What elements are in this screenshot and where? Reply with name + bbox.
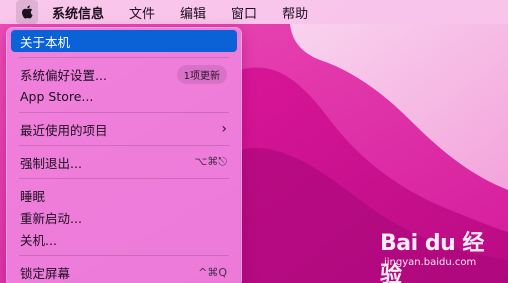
menu-bar: 系统信息 文件 编辑 窗口 帮助 bbox=[0, 0, 508, 24]
menu-separator bbox=[19, 178, 229, 179]
update-badge: 1项更新 bbox=[176, 64, 227, 84]
apple-logo-icon bbox=[22, 5, 33, 19]
menu-separator bbox=[19, 255, 229, 256]
menu-item-lock-screen[interactable]: 锁定屏幕 ^⌘Q bbox=[11, 261, 237, 283]
watermark-url: jingyan.baidu.com bbox=[384, 257, 477, 268]
menu-window[interactable]: 窗口 bbox=[231, 3, 257, 22]
menu-file[interactable]: 文件 bbox=[129, 3, 155, 22]
menu-item-app-store-label: App Store... bbox=[20, 88, 94, 104]
menu-item-shutdown-label: 关机... bbox=[20, 232, 57, 248]
menu-item-recent-items-label: 最近使用的项目 bbox=[20, 122, 108, 138]
chevron-right-icon: › bbox=[221, 121, 227, 137]
baidu-jingyan-watermark: Bai du 经验 jingyan.baidu.com bbox=[380, 225, 500, 283]
menu-item-sleep[interactable]: 睡眠 bbox=[11, 184, 237, 206]
menu-separator bbox=[19, 145, 229, 146]
menu-item-system-preferences-label: 系统偏好设置... bbox=[20, 67, 107, 83]
app-name-menu[interactable]: 系统信息 bbox=[52, 3, 104, 22]
menu-help[interactable]: 帮助 bbox=[282, 3, 308, 22]
menu-item-restart[interactable]: 重新启动... bbox=[11, 206, 237, 228]
apple-menu-button[interactable] bbox=[16, 0, 38, 24]
lock-screen-shortcut: ^⌘Q bbox=[198, 265, 227, 279]
menu-separator bbox=[19, 57, 229, 58]
menu-item-lock-screen-label: 锁定屏幕 bbox=[20, 265, 71, 281]
apple-menu-dropdown: 关于本机 系统偏好设置... 1项更新 App Store... 最近使用的项目… bbox=[6, 27, 242, 283]
menu-separator bbox=[19, 112, 229, 113]
menu-item-force-quit[interactable]: 强制退出... ⌥⌘⎋ bbox=[11, 151, 237, 173]
menu-edit[interactable]: 编辑 bbox=[180, 3, 206, 22]
menu-item-restart-label: 重新启动... bbox=[20, 210, 82, 226]
menu-item-about-label: 关于本机 bbox=[20, 34, 71, 50]
menu-item-app-store[interactable]: App Store... bbox=[11, 85, 237, 107]
menu-item-system-preferences[interactable]: 系统偏好设置... 1项更新 bbox=[11, 63, 237, 85]
menu-item-force-quit-label: 强制退出... bbox=[20, 155, 82, 171]
menu-item-shutdown[interactable]: 关机... bbox=[11, 228, 237, 250]
menu-item-sleep-label: 睡眠 bbox=[20, 188, 46, 204]
watermark-logo: Bai du 经验 bbox=[380, 231, 484, 283]
force-quit-shortcut: ⌥⌘⎋ bbox=[194, 155, 227, 168]
menu-item-about[interactable]: 关于本机 bbox=[11, 30, 237, 52]
menu-item-recent-items[interactable]: 最近使用的项目 › bbox=[11, 118, 237, 140]
